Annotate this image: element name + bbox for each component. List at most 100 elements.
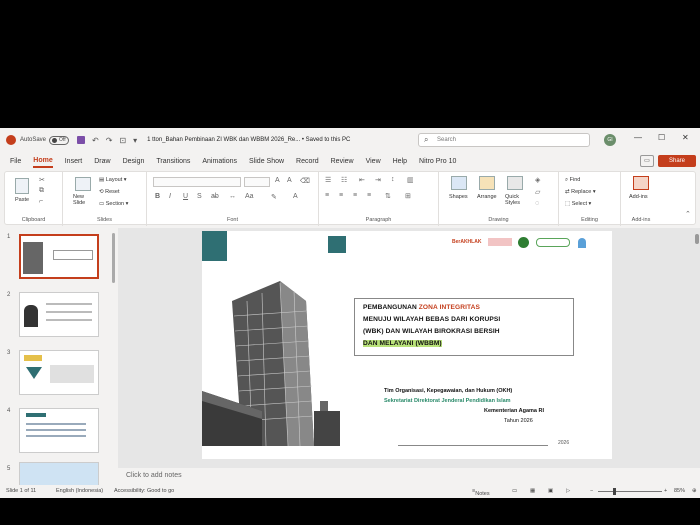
change-case-icon[interactable]: Aa — [245, 193, 254, 200]
increase-indent-icon[interactable]: ⇥ — [375, 176, 381, 184]
current-slide[interactable]: BerAKHLAK PEMBANGUNAN ZONA INTEGRITAS ME… — [202, 231, 612, 459]
reset-button[interactable]: ⟲ Reset — [99, 189, 120, 195]
line-spacing-icon[interactable]: ↕ — [391, 176, 395, 183]
share-button[interactable]: Share — [658, 155, 696, 167]
document-title[interactable]: 1 tton_Bahan Pembinaan ZI WBK dan WBBM 2… — [147, 137, 350, 143]
italic-button[interactable]: I — [169, 193, 171, 200]
zoom-level[interactable]: 85% — [674, 488, 685, 494]
decrease-indent-icon[interactable]: ⇤ — [359, 176, 365, 184]
accessibility-status[interactable]: Accessibility: Good to go — [114, 488, 174, 494]
align-center-icon[interactable]: ≡ — [339, 192, 343, 199]
select-button[interactable]: ⬚ Select ▾ — [565, 201, 591, 207]
strikethrough-icon[interactable]: a̶b — [211, 193, 219, 200]
replace-button[interactable]: ⇄ Replace ▾ — [565, 189, 596, 195]
paste-icon[interactable] — [15, 178, 29, 194]
tab-transitions[interactable]: Transitions — [156, 156, 190, 167]
tab-nitro[interactable]: Nitro Pro 10 — [419, 156, 456, 167]
arrange-button[interactable]: Arrange — [477, 194, 497, 200]
numbering-icon[interactable]: ☷ — [341, 176, 347, 184]
clear-format-icon[interactable]: ⌫ — [300, 177, 310, 185]
justify-icon[interactable]: ≡ — [367, 192, 371, 199]
tab-help[interactable]: Help — [393, 156, 407, 167]
tab-review[interactable]: Review — [331, 156, 354, 167]
font-color-icon[interactable]: A — [293, 193, 298, 200]
new-slide-button[interactable]: New Slide — [73, 194, 93, 206]
text-direction-icon[interactable]: ⇅ — [385, 192, 391, 200]
font-name-select[interactable] — [153, 177, 241, 187]
slide-thumbnail-1[interactable] — [19, 234, 99, 279]
shape-outline-icon[interactable]: ▱ — [535, 188, 540, 196]
comments-button[interactable]: ▭ — [640, 155, 654, 167]
zoom-slider-thumb[interactable] — [613, 488, 616, 495]
customize-toolbar-icon[interactable]: ▾ — [133, 136, 137, 145]
format-painter-icon[interactable]: ⌐ — [39, 198, 43, 205]
highlight-icon[interactable]: ✎ — [271, 193, 277, 201]
shapes-icon[interactable] — [451, 176, 467, 190]
addins-icon[interactable] — [633, 176, 649, 190]
notes-button[interactable]: ≡ Notes — [472, 488, 490, 497]
close-icon[interactable]: ✕ — [682, 133, 689, 142]
tab-home[interactable]: Home — [33, 155, 53, 168]
slide-sorter-icon[interactable]: ▦ — [530, 488, 535, 494]
save-icon[interactable] — [77, 136, 86, 144]
new-slide-icon[interactable] — [75, 177, 91, 191]
notes-pane[interactable]: Click to add notes — [118, 468, 694, 484]
maximize-icon[interactable]: ☐ — [658, 133, 665, 142]
editor-scrollbar[interactable] — [694, 228, 700, 468]
decrease-font-icon[interactable]: A — [287, 177, 292, 184]
title-textbox[interactable]: PEMBANGUNAN ZONA INTEGRITAS MENUJU WILAY… — [354, 298, 574, 356]
font-size-select[interactable] — [244, 177, 270, 187]
reading-view-icon[interactable]: ▣ — [548, 488, 553, 494]
quick-styles-icon[interactable] — [507, 176, 523, 190]
slide-thumbnail-4[interactable] — [19, 408, 99, 453]
search-input[interactable]: ⌕ Search — [418, 133, 590, 147]
align-left-icon[interactable]: ≡ — [325, 192, 329, 199]
undo-icon[interactable]: ↶ — [92, 136, 99, 145]
zoom-in-icon[interactable]: + — [664, 488, 667, 494]
avatar[interactable]: GI — [604, 134, 616, 146]
section-button[interactable]: ▭ Section ▾ — [99, 201, 128, 207]
bold-button[interactable]: B — [155, 193, 160, 200]
addins-button[interactable]: Add-ins — [629, 194, 648, 200]
slide-thumbnail-2[interactable] — [19, 292, 99, 337]
minimize-icon[interactable]: — — [634, 133, 642, 142]
zoom-out-icon[interactable]: − — [590, 488, 593, 494]
zoom-slider[interactable] — [598, 491, 662, 492]
shape-effects-icon[interactable]: ◌ — [535, 200, 539, 207]
collapse-ribbon-icon[interactable]: ⌃ — [685, 210, 691, 218]
redo-icon[interactable]: ↷ — [106, 136, 113, 145]
fit-slide-icon[interactable]: ⊕ — [692, 488, 697, 494]
bullets-icon[interactable]: ☰ — [325, 176, 331, 184]
thumbnails-scrollbar[interactable] — [112, 233, 115, 283]
tab-slide-show[interactable]: Slide Show — [249, 156, 284, 167]
layout-button[interactable]: ▤ Layout ▾ — [99, 177, 127, 183]
find-button[interactable]: ⌕ Find — [565, 177, 580, 184]
tab-insert[interactable]: Insert — [65, 156, 83, 167]
arrange-icon[interactable] — [479, 176, 495, 190]
paste-button[interactable]: Paste — [15, 197, 29, 203]
slideshow-icon[interactable]: ▷ — [566, 488, 570, 494]
columns-icon[interactable]: ▥ — [407, 176, 414, 184]
tab-animations[interactable]: Animations — [202, 156, 237, 167]
autosave-toggle[interactable]: Off — [49, 135, 70, 145]
tab-file[interactable]: File — [10, 156, 21, 167]
shape-fill-icon[interactable]: ◈ — [535, 176, 540, 184]
underline-button[interactable]: U — [183, 193, 188, 200]
cut-icon[interactable]: ✂ — [39, 176, 45, 184]
align-right-icon[interactable]: ≡ — [353, 192, 357, 199]
tab-draw[interactable]: Draw — [94, 156, 110, 167]
tab-design[interactable]: Design — [123, 156, 145, 167]
scroll-thumb[interactable] — [695, 234, 699, 244]
quick-styles-button[interactable]: Quick Styles — [505, 194, 527, 206]
smartart-icon[interactable]: ⊞ — [405, 192, 411, 200]
shapes-button[interactable]: Shapes — [449, 194, 468, 200]
present-icon[interactable]: ⊡ — [119, 136, 126, 145]
slide-thumbnail-3[interactable] — [19, 350, 99, 395]
slide-thumbnail-5[interactable] — [19, 462, 99, 485]
normal-view-icon[interactable]: ▭ — [512, 488, 517, 494]
tab-record[interactable]: Record — [296, 156, 319, 167]
shadow-button[interactable]: S — [197, 193, 202, 200]
copy-icon[interactable]: ⧉ — [39, 187, 44, 195]
language-indicator[interactable]: English (Indonesia) — [56, 488, 103, 494]
spacing-icon[interactable]: ↔ — [229, 193, 236, 200]
